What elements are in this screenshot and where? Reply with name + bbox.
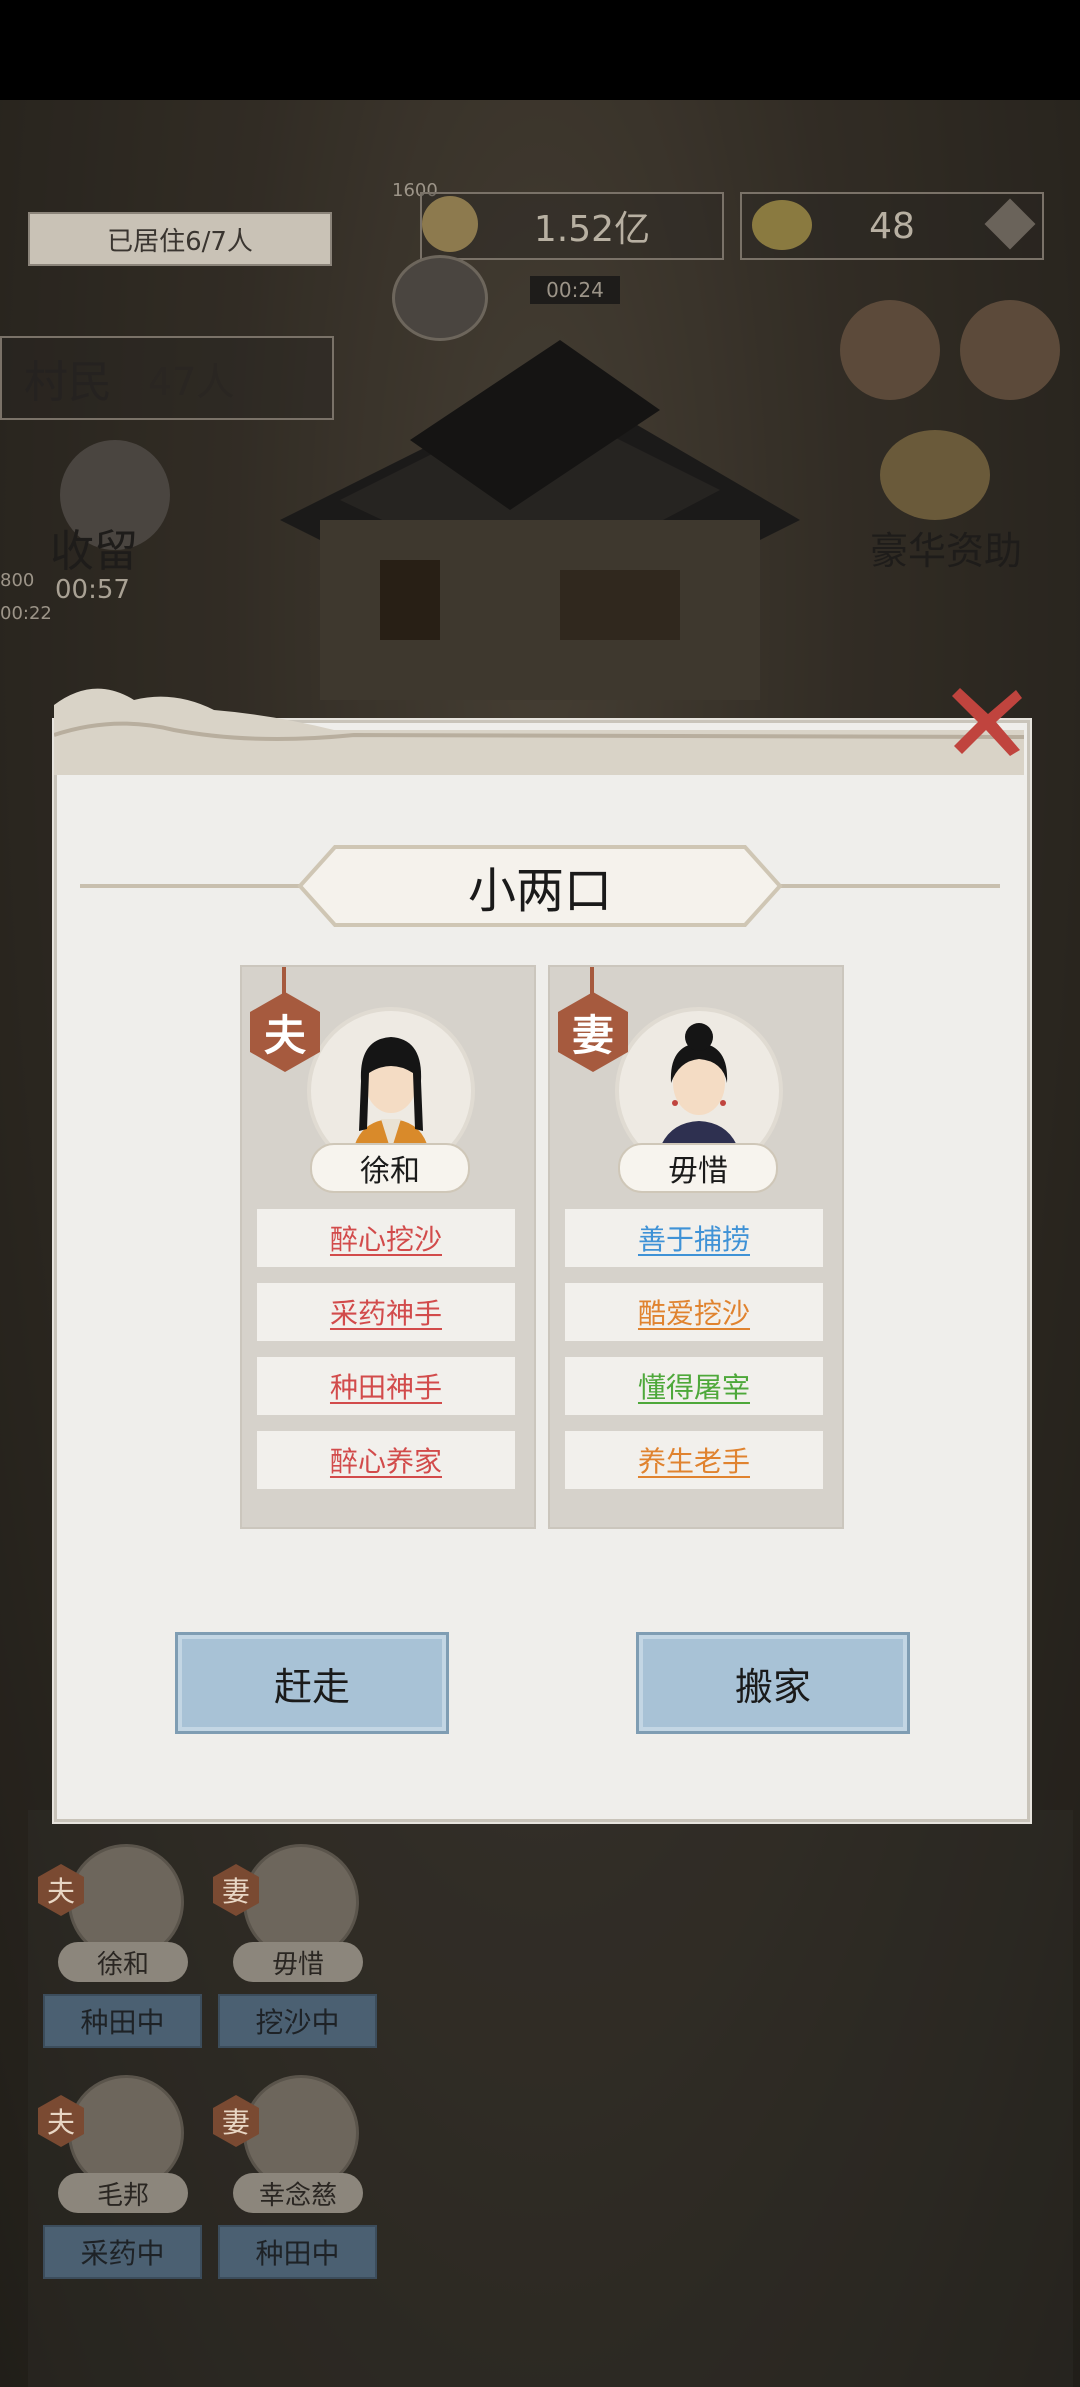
side-timer: 00:22 xyxy=(0,603,52,624)
villagers-label: 村民 xyxy=(24,357,112,408)
husband-trait[interactable]: 采药神手 xyxy=(257,1283,515,1341)
wife-badge: 妻 xyxy=(558,992,628,1072)
villagers-tab[interactable]: 村民 47人 xyxy=(0,336,334,420)
shelter-label[interactable]: 收留 xyxy=(50,515,190,577)
wife-trait[interactable]: 懂得屠宰 xyxy=(565,1357,823,1415)
villagers-count: 47人 xyxy=(148,359,235,404)
husband-trait[interactable]: 醉心养家 xyxy=(257,1431,515,1489)
residents-count: 已居住6/7人 xyxy=(28,212,332,266)
wife-trait[interactable]: 酷爱挖沙 xyxy=(565,1283,823,1341)
wife-card: 妻 毋惜 善于捕捞 酷爱挖沙 懂得屠宰 养生老手 xyxy=(548,965,844,1529)
villager-status[interactable]: 挖沙中 xyxy=(218,1994,377,2048)
timer-label: 00:24 xyxy=(530,276,620,304)
popup-title: 小两口 xyxy=(467,863,612,919)
close-icon[interactable] xyxy=(948,680,1028,760)
money-text: 1.52亿 xyxy=(533,209,651,250)
husband-name: 徐和 xyxy=(310,1143,470,1193)
villager-name: 毋惜 xyxy=(233,1942,363,1982)
husband-trait[interactable]: 种田神手 xyxy=(257,1357,515,1415)
money-bar[interactable]: 1.52亿 xyxy=(420,192,724,260)
gear-icon[interactable] xyxy=(960,300,1060,400)
shelter-timer: 00:57 xyxy=(55,575,130,605)
villager-name: 幸念慈 xyxy=(233,2173,363,2213)
wife-name: 毋惜 xyxy=(618,1143,778,1193)
residents-text: 已居住6/7人 xyxy=(107,226,253,257)
gold-ingot-icon xyxy=(752,200,812,250)
villager-status[interactable]: 采药中 xyxy=(43,2225,202,2279)
villager-name: 徐和 xyxy=(58,1942,188,1982)
luxury-sponsor-icon[interactable] xyxy=(880,430,990,520)
portrait-avatar-icon[interactable] xyxy=(392,255,488,341)
coin-icon xyxy=(422,196,478,252)
plus-icon[interactable] xyxy=(984,198,1036,250)
villager-name: 毛邦 xyxy=(58,2173,188,2213)
move-house-button[interactable]: 搬家 xyxy=(636,1632,910,1734)
badge-string xyxy=(590,967,594,995)
luxury-sponsor-label[interactable]: 豪华资助 xyxy=(870,520,1070,573)
side-number: 800 xyxy=(0,570,35,591)
villager-status[interactable]: 种田中 xyxy=(218,2225,377,2279)
wife-trait[interactable]: 养生老手 xyxy=(565,1431,823,1489)
coins-text: 48 xyxy=(869,205,915,247)
evict-button[interactable]: 赶走 xyxy=(175,1632,449,1734)
badge-string xyxy=(282,967,286,995)
scroll-icon[interactable] xyxy=(840,300,940,400)
wife-trait[interactable]: 善于捕捞 xyxy=(565,1209,823,1267)
villager-list: 夫 徐和 种田中 妻 毋惜 挖沙中 夫 毛邦 采药中 妻 幸念慈 种田中 xyxy=(28,1810,1073,2387)
husband-badge: 夫 xyxy=(250,992,320,1072)
coins-bar[interactable]: 48 xyxy=(740,192,1044,260)
popup-header-decoration xyxy=(54,688,1024,775)
villager-status[interactable]: 种田中 xyxy=(43,1994,202,2048)
husband-card: 夫 徐和 醉心挖沙 采药神手 种田神手 醉心养家 xyxy=(240,965,536,1529)
husband-trait[interactable]: 醉心挖沙 xyxy=(257,1209,515,1267)
